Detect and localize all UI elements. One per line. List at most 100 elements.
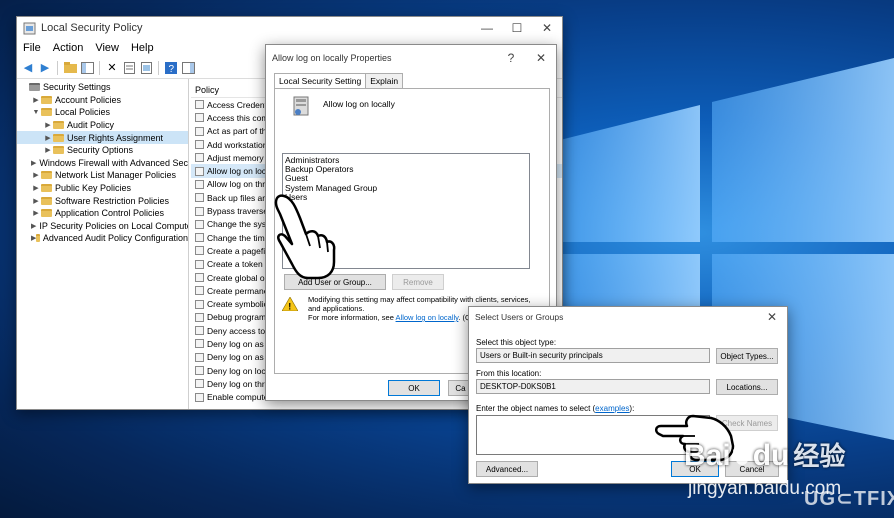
expand-right-icon[interactable]: ▶ [31,197,41,205]
tree-item[interactable]: ▶ Account Policies [17,94,188,107]
navigation-tree: Security Settings ▶ Account Policies ▼ Local… [17,79,189,409]
maximize-button[interactable]: ☐ [502,17,532,39]
policy-icon [195,113,204,123]
tree-item[interactable]: ▶ Windows Firewall with Advanced Secu [17,157,188,170]
remove-button[interactable]: Remove [392,274,444,290]
policy-icon [195,299,204,309]
policy-icon [195,259,204,269]
tree-item[interactable]: ▶ Public Key Policies [17,182,188,195]
props-titlebar[interactable]: Allow log on locally Properties ? ✕ [266,45,556,71]
tree-item[interactable]: ▶ Advanced Audit Policy Configuration [17,232,188,245]
policy-label: Access this comp [207,112,274,123]
folder-icon [53,133,64,142]
policy-label: Change the syste [207,219,274,230]
policy-icon [195,286,204,296]
policy-icon [195,233,204,243]
policy-icon [195,153,204,163]
tree-item-label: IP Security Policies on Local Compute [39,220,189,231]
minimize-button[interactable]: — [472,17,502,39]
tab-explain[interactable]: Explain [365,73,404,89]
close-button[interactable]: ✕ [757,306,787,328]
policy-label: Change the time [207,232,270,243]
tree-item[interactable]: ▶ Audit Policy [17,119,188,132]
allow-log-on-locally-link[interactable]: Allow log on locally [396,313,459,322]
policy-icon [195,339,204,349]
tree-item-label: Security Settings [43,82,111,93]
object-type-label: Select this object type: [476,338,557,347]
tab-local-security-setting[interactable]: Local Security Setting [274,73,367,89]
show-hide-tree-icon[interactable] [80,61,94,75]
expand-right-icon[interactable]: ▶ [43,134,53,142]
selusr-titlebar[interactable]: Select Users or Groups ✕ [469,307,787,327]
expand-down-icon[interactable]: ▼ [31,109,41,116]
menu-view[interactable]: View [95,42,119,54]
window-title: Local Security Policy [41,22,143,34]
policy-icon [195,312,204,322]
tree-item[interactable]: ▶ Software Restriction Policies [17,194,188,207]
menu-action[interactable]: Action [53,42,84,54]
tree-item-label: Network List Manager Policies [55,170,177,181]
policy-icon [195,246,204,256]
tree-item[interactable]: ▼ Local Policies [17,106,188,119]
expand-right-icon[interactable]: ▶ [43,146,53,154]
close-button[interactable]: ✕ [526,47,556,69]
tree-item[interactable]: ▶ IP Security Policies on Local Compute [17,220,188,233]
tree-item-label: Security Options [67,145,134,156]
expand-right-icon[interactable]: ▶ [31,222,36,230]
secpol-titlebar[interactable]: Local Security Policy — ☐ ✕ [17,17,562,39]
policy-label: Access Credentia [207,99,274,110]
tree-item-label: Audit Policy [67,120,115,131]
forward-arrow-icon[interactable]: ▶ [38,61,52,75]
policy-label: Adjust memory c [207,152,271,163]
locations-button[interactable]: Locations... [716,379,778,395]
delete-icon[interactable]: ✕ [105,61,119,75]
tree-item[interactable]: ▶ Security Options [17,144,188,157]
tree-item[interactable]: ▶ User Rights Assignment [17,131,188,144]
help-button[interactable]: ? [496,47,526,69]
tree-item-label: Account Policies [55,94,122,105]
policy-icon [195,379,204,389]
policy-label: Allow log on thr [207,179,266,190]
expand-right-icon[interactable]: ▶ [31,159,36,167]
policy-icon [195,166,204,176]
baidu-paw-icon [732,445,751,465]
menu-help[interactable]: Help [131,42,154,54]
folder-icon [36,234,40,243]
tree-item[interactable]: Security Settings [17,81,188,94]
baidu-watermark: Bai du 经验 [684,439,846,472]
folder-icon [41,108,52,117]
policy-icon [195,392,204,402]
policy-icon [195,219,204,229]
expand-right-icon[interactable]: ▶ [31,96,41,104]
policy-icon [195,100,204,110]
tree-item[interactable]: ▶ Network List Manager Policies [17,169,188,182]
object-types-button[interactable]: Object Types... [716,348,778,364]
expand-right-icon[interactable]: ▶ [31,184,41,192]
tree-item[interactable]: ▶ Application Control Policies [17,207,188,220]
show-action-pane-icon[interactable] [181,61,195,75]
export-list-icon[interactable] [139,61,153,75]
expand-right-icon[interactable]: ▶ [31,171,41,179]
policy-label: Create permaner [207,285,272,296]
back-arrow-icon[interactable]: ◀ [21,61,35,75]
examples-link[interactable]: examples [595,404,629,413]
tree-item-label: User Rights Assignment [67,132,164,143]
expand-right-icon[interactable]: ▶ [43,121,53,129]
svg-text:?: ? [169,64,175,74]
policy-icon [195,193,204,203]
ok-button[interactable]: OK [388,380,440,396]
policy-icon [195,366,204,376]
close-button[interactable]: ✕ [532,17,562,39]
list-item[interactable]: Backup Operators [285,164,527,174]
pointing-hand-icon [274,194,336,280]
menu-file[interactable]: File [23,42,41,54]
folder-icon [41,95,52,104]
advanced-button[interactable]: Advanced... [476,461,538,477]
security-settings-icon [29,83,40,92]
tree-item-label: Windows Firewall with Advanced Secu [39,157,189,168]
help-icon[interactable]: ? [164,61,178,75]
properties-icon[interactable] [122,61,136,75]
up-folder-icon[interactable] [63,61,77,75]
expand-right-icon[interactable]: ▶ [31,209,41,217]
warning-icon: ! [282,297,298,311]
